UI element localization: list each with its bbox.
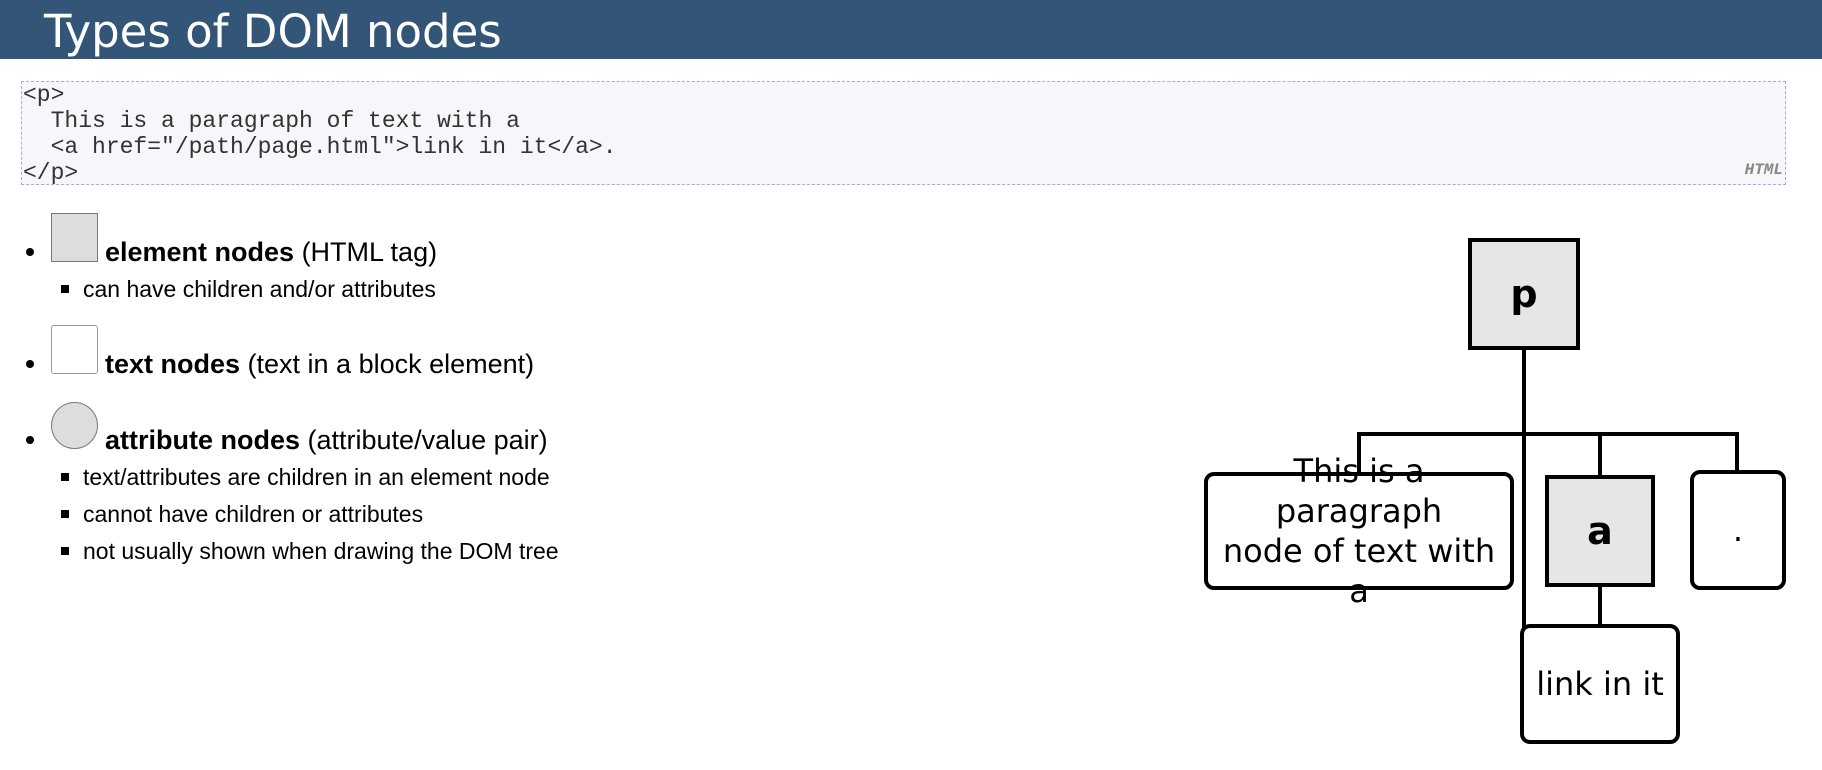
- tree-node-text: This is a paragraph node of text with a: [1204, 452, 1514, 610]
- item-description: (attribute/value pair): [300, 425, 548, 455]
- item-bold-label: attribute nodes: [105, 425, 301, 455]
- sub-item: not usually shown when drawing the DOM t…: [83, 538, 559, 564]
- square-bullet: [61, 547, 69, 555]
- node-label: link in it: [1536, 665, 1664, 703]
- connector-line: [1598, 585, 1602, 627]
- sub-item: can have children and/or attributes: [83, 276, 436, 302]
- node-label: a: [1587, 509, 1613, 553]
- node-label: .: [1732, 511, 1744, 549]
- list-item-text-nodes: text nodes (text in a block element): [105, 348, 534, 380]
- item-description: (text in a block element): [240, 349, 535, 379]
- node-label: p: [1510, 272, 1538, 316]
- square-bullet: [61, 473, 69, 481]
- bullet-dot: [26, 360, 34, 368]
- sub-item: text/attributes are children in an eleme…: [83, 464, 550, 490]
- tree-node-p: p: [1468, 238, 1580, 350]
- bullet-dot: [26, 248, 34, 256]
- list-item-element-nodes: element nodes (HTML tag): [105, 236, 437, 268]
- node-text-line: node of text with a: [1222, 532, 1496, 610]
- connector-line: [1735, 432, 1739, 474]
- bullet-dot: [26, 436, 34, 444]
- connector-line: [1598, 432, 1602, 475]
- title-bar: Types of DOM nodes: [0, 0, 1822, 59]
- connector-line: [1522, 346, 1526, 669]
- code-block: <p> This is a paragraph of text with a <…: [21, 81, 1786, 186]
- node-text-line: This is a paragraph: [1275, 452, 1443, 530]
- connector-line: [1357, 432, 1739, 436]
- list-item-attribute-nodes: attribute nodes (attribute/value pair): [105, 424, 548, 456]
- code-text: <p> This is a paragraph of text with a <…: [23, 82, 617, 186]
- sub-item: cannot have children or attributes: [83, 501, 424, 527]
- item-bold-label: element nodes: [105, 237, 295, 267]
- tree-node-period: .: [1690, 470, 1786, 590]
- text-node-swatch: [51, 325, 98, 374]
- item-bold-label: text nodes: [105, 349, 241, 379]
- square-bullet: [61, 285, 69, 293]
- tree-node-link-text: link in it: [1520, 624, 1680, 744]
- attribute-node-swatch: [51, 402, 98, 449]
- element-node-swatch: [51, 213, 98, 262]
- tree-node-a: a: [1545, 475, 1655, 587]
- page-title: Types of DOM nodes: [44, 5, 502, 58]
- dom-tree-diagram: p This is a paragraph node of text with …: [1200, 235, 1790, 745]
- item-description: (HTML tag): [294, 237, 438, 267]
- code-language-label: HTML: [1744, 161, 1783, 179]
- square-bullet: [61, 510, 69, 518]
